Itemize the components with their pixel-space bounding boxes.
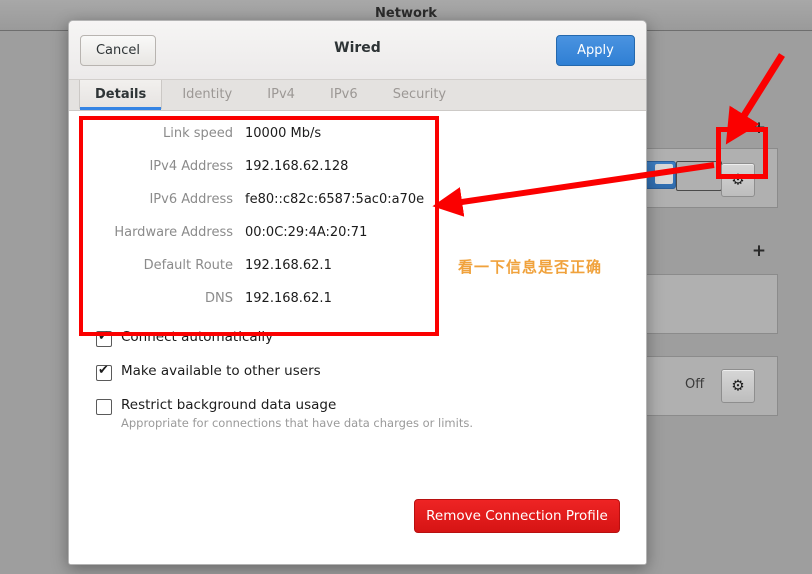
wired-connection-dialog: Cancel Wired Apply Details Identity IPv4… xyxy=(68,20,647,565)
detail-row: IPv6 Address fe80::c82c:6587:5ac0:a70e xyxy=(83,192,453,225)
detail-value: fe80::c82c:6587:5ac0:a70e xyxy=(245,192,425,207)
toggle-knob xyxy=(655,164,673,184)
tab-ipv6[interactable]: IPv6 xyxy=(315,80,373,109)
option-make-available-to-other-users[interactable]: Make available to other users xyxy=(96,363,473,381)
checkbox-connect-automatically[interactable] xyxy=(96,329,112,347)
detail-label: DNS xyxy=(205,291,233,306)
option-label: Restrict background data usage xyxy=(121,397,337,413)
apply-button[interactable]: Apply xyxy=(556,35,635,66)
detail-label: IPv4 Address xyxy=(149,159,233,174)
detail-value: 10000 Mb/s xyxy=(245,126,322,141)
tab-identity[interactable]: Identity xyxy=(167,80,247,109)
detail-value: 00:0C:29:4A:20:71 xyxy=(245,225,368,240)
gear-icon: ⚙ xyxy=(731,170,745,189)
detail-label: Hardware Address xyxy=(114,225,233,240)
dialog-content: Link speed 10000 Mb/s IPv4 Address 192.1… xyxy=(69,111,646,564)
detail-label: Link speed xyxy=(162,126,233,141)
detail-value: 192.168.62.1 xyxy=(245,258,332,273)
dialog-header: Cancel Wired Apply xyxy=(69,21,646,80)
wired-secondary-button[interactable] xyxy=(676,161,722,191)
tab-ipv4[interactable]: IPv4 xyxy=(252,80,310,109)
detail-label: Default Route xyxy=(143,258,233,273)
wired-settings-gear-button[interactable]: ⚙ xyxy=(721,163,755,197)
vpn-settings-gear-button[interactable]: ⚙ xyxy=(721,369,755,403)
connection-details-list: Link speed 10000 Mb/s IPv4 Address 192.1… xyxy=(83,126,453,324)
detail-value: 192.168.62.128 xyxy=(245,159,349,174)
option-connect-automatically[interactable]: Connect automatically xyxy=(96,329,473,347)
detail-row: Link speed 10000 Mb/s xyxy=(83,126,453,159)
connection-options: Connect automatically Make available to … xyxy=(96,329,473,448)
detail-row: IPv4 Address 192.168.62.128 xyxy=(83,159,453,192)
option-label: Connect automatically xyxy=(121,329,274,345)
tab-details[interactable]: Details xyxy=(79,80,163,110)
detail-value: 192.168.62.1 xyxy=(245,291,332,306)
detail-label: IPv6 Address xyxy=(149,192,233,207)
vpn-state-label: Off xyxy=(685,377,705,392)
dialog-tabbar: Details Identity IPv4 IPv6 Security xyxy=(69,80,646,111)
checkbox-restrict-background-data[interactable] xyxy=(96,399,112,415)
gear-icon: ⚙ xyxy=(731,376,745,395)
detail-row: Default Route 192.168.62.1 xyxy=(83,258,453,291)
add-vpn-icon[interactable]: + xyxy=(751,243,767,260)
detail-row: Hardware Address 00:0C:29:4A:20:71 xyxy=(83,225,453,258)
checkbox-make-available[interactable] xyxy=(96,363,112,381)
detail-row: DNS 192.168.62.1 xyxy=(83,291,453,324)
option-restrict-background-data[interactable]: Restrict background data usage Appropria… xyxy=(96,397,473,430)
background-window-title: Network xyxy=(375,6,437,21)
option-description: Appropriate for connections that have da… xyxy=(121,416,473,430)
add-connection-icon[interactable]: + xyxy=(751,120,767,137)
remove-connection-profile-button[interactable]: Remove Connection Profile xyxy=(414,499,620,533)
option-label: Make available to other users xyxy=(121,363,321,379)
tab-security[interactable]: Security xyxy=(378,80,461,109)
